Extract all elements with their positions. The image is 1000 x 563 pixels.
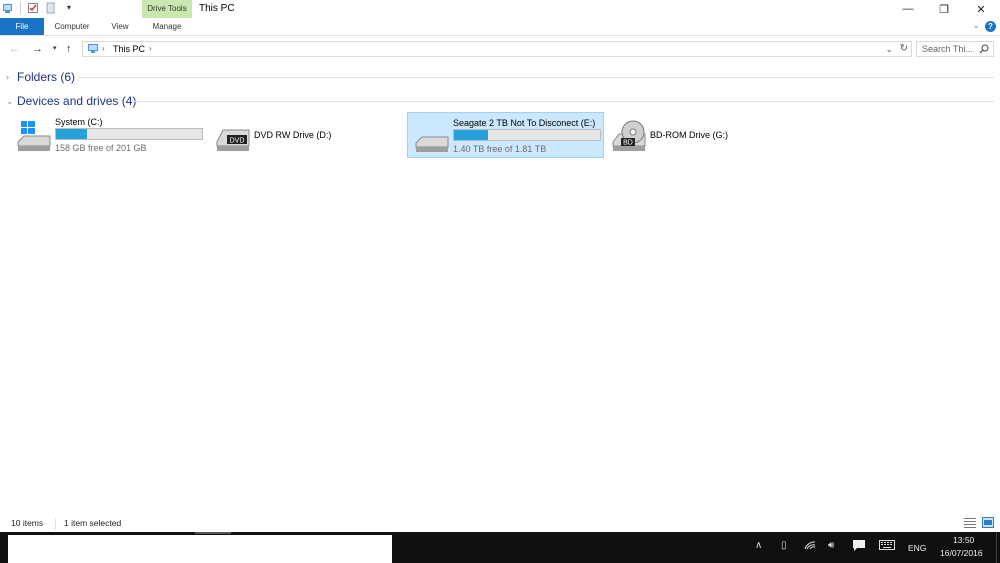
close-button[interactable]: ✕ [963,0,999,18]
volume-icon[interactable]: 🔊︎ [828,540,834,551]
group-devices-label: Devices and drives (4) [17,94,137,108]
status-divider [55,519,56,529]
help-icon[interactable]: ? [985,21,996,32]
navigation-bar: ← → ▾ ↑ › This PC › ⌄ ↻ Search Thi... [0,40,1000,58]
drive-name: Seagate 2 TB Not To Disconect (E:) [453,118,596,128]
refresh-icon[interactable]: ↻ [900,42,908,56]
dvd-badge: DVD [230,138,245,145]
windows-drive-icon [16,118,52,154]
drive-tile-d[interactable]: DVD DVD RW Drive (D:) [209,112,405,158]
title-bar: ▾ Drive Tools This PC — ❐ ✕ [0,0,1000,18]
drive-name: DVD RW Drive (D:) [254,130,332,140]
bd-badge: BD [623,140,633,147]
new-folder-icon[interactable] [45,2,57,14]
group-divider [134,101,994,102]
window-title: This PC [199,3,235,14]
search-box[interactable]: Search Thi... [916,41,994,57]
taskbar-search-box[interactable] [8,535,392,563]
item-count: 10 items [11,518,44,528]
drive-tile-e[interactable]: Seagate 2 TB Not To Disconect (E:) 1.40 … [407,112,604,158]
details-view-icon[interactable] [964,517,976,528]
active-app-indicator [195,532,231,534]
search-icon[interactable] [979,44,989,54]
breadcrumb-chevron-icon[interactable]: › [149,42,152,56]
drive-free-space: 158 GB free of 201 GB [55,143,147,153]
tab-file[interactable]: File [0,18,44,35]
group-devices-and-drives[interactable]: ⌄ Devices and drives (4) [6,94,994,108]
status-bar: 10 items 1 item selected [0,516,1000,532]
address-bar[interactable]: › This PC › ⌄ ↻ [82,41,912,57]
touch-keyboard-icon[interactable] [879,540,895,553]
drive-usage-bar [453,129,601,141]
breadcrumb-this-pc[interactable]: This PC [113,42,145,56]
dvd-drive-icon: DVD [215,118,251,154]
ribbon-tab-bar: File Computer View Manage ⌄ ? [0,18,1000,36]
clock-time[interactable]: 13:50 [953,535,974,545]
tab-computer[interactable]: Computer [48,18,96,35]
search-placeholder[interactable]: Search Thi... [922,42,973,56]
forward-arrow-icon[interactable]: → [32,40,43,58]
drive-usage-fill [454,130,488,140]
up-arrow-icon[interactable]: ↑ [66,40,72,58]
drive-name: BD-ROM Drive (G:) [650,130,728,140]
drive-free-space: 1.40 TB free of 1.81 TB [453,144,547,154]
input-language[interactable]: ENG [908,543,926,553]
taskbar: ∧ ▯ 🔊︎ ENG 13:50 16/07/2016 [0,532,1000,563]
customize-qa-dropdown-icon[interactable]: ▾ [63,2,75,14]
drive-tools-context-tab: Drive Tools [142,0,192,18]
tab-view[interactable]: View [102,18,138,35]
tab-manage[interactable]: Manage [142,18,192,35]
action-center-icon[interactable] [853,540,865,554]
minimize-button[interactable]: — [890,0,926,18]
show-hidden-icons-chevron-icon[interactable]: ∧ [755,540,762,551]
collapsed-chevron-icon[interactable]: › [6,72,16,82]
qa-divider [20,2,21,14]
group-folders[interactable]: › Folders (6) [6,70,994,84]
drive-tile-g[interactable]: BD BD-ROM Drive (G:) [605,112,801,158]
wifi-icon[interactable] [804,540,816,554]
properties-icon[interactable] [27,2,39,14]
back-arrow-icon[interactable]: ← [9,40,20,58]
clock-date[interactable]: 16/07/2016 [940,548,983,558]
this-pc-icon [87,44,99,54]
group-divider [78,77,994,78]
drive-name: System (C:) [55,117,103,127]
hard-drive-icon [414,119,450,155]
drive-tile-c[interactable]: System (C:) 158 GB free of 201 GB [10,112,206,158]
restore-button[interactable]: ❐ [926,0,962,18]
explorer-app-icon[interactable] [2,2,14,14]
large-icons-view-icon[interactable] [982,517,994,528]
recent-locations-dropdown-icon[interactable]: ▾ [53,40,57,58]
drive-usage-bar [55,128,203,140]
device-icon[interactable]: ▯ [781,540,787,551]
expand-ribbon-chevron-icon[interactable]: ⌄ [972,20,980,31]
drive-usage-fill [56,129,87,139]
group-folders-label: Folders (6) [17,70,76,84]
quick-access-toolbar: ▾ [2,2,75,14]
bd-drive-icon: BD [611,118,647,154]
selection-count: 1 item selected [64,518,122,528]
breadcrumb-separator-icon[interactable]: › [102,42,105,56]
address-history-dropdown-icon[interactable]: ⌄ [885,42,893,56]
expanded-chevron-icon[interactable]: ⌄ [6,96,16,107]
show-desktop-button[interactable] [996,532,1000,563]
